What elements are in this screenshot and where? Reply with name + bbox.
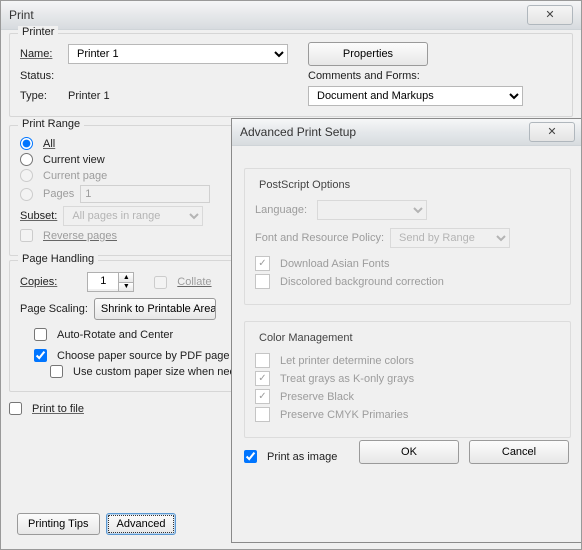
footer-buttons: Printing Tips Advanced (17, 513, 176, 535)
range-current-view-radio[interactable] (20, 153, 33, 166)
range-pages-input (80, 185, 210, 203)
advanced-close-button[interactable]: ✕ (529, 122, 575, 142)
font-resource-policy-label: Font and Resource Policy: (255, 232, 384, 244)
range-pages-radio (20, 188, 33, 201)
reverse-pages-label: Reverse pages (43, 230, 117, 242)
printer-name-select[interactable]: Printer 1 (68, 44, 288, 64)
range-pages-label: Pages (43, 188, 74, 200)
let-printer-determine-label: Let printer determine colors (280, 355, 414, 367)
comments-forms-label: Comments and Forms: (308, 70, 428, 82)
color-management-title: Color Management (255, 332, 357, 344)
printer-name-label: Name: (20, 48, 68, 60)
printer-status-label: Status: (20, 70, 68, 82)
comments-forms-select[interactable]: Document and Markups (308, 86, 523, 106)
range-current-page-radio (20, 169, 33, 182)
treat-grays-checkbox: ✓ (255, 371, 270, 386)
choose-paper-checkbox[interactable] (34, 349, 47, 362)
print-range-title: Print Range (18, 118, 84, 130)
print-as-image-checkbox[interactable] (244, 450, 257, 463)
advanced-button[interactable]: Advanced (106, 513, 177, 535)
ps-language-label: Language: (255, 204, 311, 216)
discolored-bg-checkbox (255, 274, 270, 289)
printer-group-title: Printer (18, 26, 58, 38)
spinner-down-icon[interactable]: ▼ (119, 282, 133, 292)
preserve-black-label: Preserve Black (280, 391, 354, 403)
auto-rotate-checkbox[interactable] (34, 328, 47, 341)
font-resource-policy-select: Send by Range (390, 228, 510, 248)
page-handling-title: Page Handling (18, 253, 98, 265)
print-to-file-label: Print to file (32, 403, 84, 415)
reverse-pages-checkbox (20, 229, 33, 242)
print-to-file-checkbox[interactable] (9, 402, 22, 415)
choose-paper-label: Choose paper source by PDF page size (57, 350, 252, 362)
print-range-group: Print Range All Current view Current pag… (9, 125, 236, 256)
printer-group: Printer Name: Printer 1 Properties Statu… (9, 33, 573, 117)
ps-language-select (317, 200, 427, 220)
subset-select: All pages in range (63, 206, 203, 226)
close-icon: ✕ (547, 127, 556, 138)
auto-rotate-label: Auto-Rotate and Center (57, 329, 173, 341)
page-handling-group: Page Handling Copies: ▲▼ Collate Page Sc… (9, 260, 236, 392)
printer-type-label: Type: (20, 90, 68, 102)
spinner-up-icon[interactable]: ▲ (119, 273, 133, 282)
close-icon: ✕ (545, 10, 554, 21)
page-scaling-label: Page Scaling: (20, 303, 88, 315)
color-management-group: Color Management Let printer determine c… (244, 321, 571, 438)
range-current-page-label: Current page (43, 170, 107, 182)
preserve-cmyk-label: Preserve CMYK Primaries (280, 409, 408, 421)
let-printer-determine-checkbox (255, 353, 270, 368)
collate-label: Collate (177, 276, 211, 288)
preserve-black-checkbox: ✓ (255, 389, 270, 404)
print-as-image-label: Print as image (267, 451, 337, 463)
subset-label: Subset: (20, 210, 57, 222)
cancel-button[interactable]: Cancel (469, 440, 569, 464)
ok-button[interactable]: OK (359, 440, 459, 464)
postscript-options-group: PostScript Options Language: Font and Re… (244, 168, 571, 305)
collate-checkbox (154, 276, 167, 289)
window-title: Print (9, 8, 34, 22)
treat-grays-label: Treat grays as K-only grays (280, 373, 414, 385)
page-scaling-button[interactable]: Shrink to Printable Area (94, 298, 216, 320)
printing-tips-button[interactable]: Printing Tips (17, 513, 100, 535)
download-asian-fonts-label: Download Asian Fonts (280, 258, 389, 270)
advanced-titlebar: Advanced Print Setup ✕ (232, 119, 582, 146)
close-button[interactable]: ✕ (527, 5, 573, 25)
printer-type-value: Printer 1 (68, 90, 288, 102)
range-all-label: All (43, 138, 55, 150)
copies-input[interactable] (88, 273, 118, 289)
copies-label: Copies: (20, 276, 57, 288)
range-all-radio[interactable] (20, 137, 33, 150)
postscript-options-title: PostScript Options (255, 179, 354, 191)
use-custom-paper-checkbox[interactable] (50, 365, 63, 378)
download-asian-fonts-checkbox: ✓ (255, 256, 270, 271)
copies-spinner[interactable]: ▲▼ (87, 272, 134, 292)
titlebar: Print ✕ (1, 1, 581, 30)
preserve-cmyk-checkbox (255, 407, 270, 422)
advanced-print-setup-dialog: Advanced Print Setup ✕ PostScript Option… (231, 118, 582, 543)
use-custom-paper-label: Use custom paper size when needed (73, 366, 254, 378)
advanced-title: Advanced Print Setup (240, 125, 356, 139)
print-dialog: Print ✕ Printer Name: Printer 1 Properti… (0, 0, 582, 550)
properties-button[interactable]: Properties (308, 42, 428, 66)
discolored-bg-label: Discolored background correction (280, 276, 444, 288)
range-current-view-label: Current view (43, 154, 105, 166)
